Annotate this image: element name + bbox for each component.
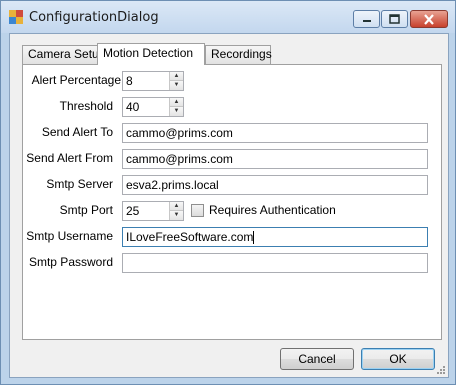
requires-authentication-checkbox[interactable] <box>191 204 204 217</box>
send-alert-to-label: Send Alert To <box>41 125 113 139</box>
spin-down-icon[interactable]: ▼ <box>169 81 183 90</box>
smtp-password-label: Smtp Password <box>28 255 113 269</box>
smtp-server-field[interactable]: esva2.prims.local <box>122 175 428 195</box>
smtp-port-stepper[interactable]: 25 ▲ ▼ <box>122 201 184 221</box>
tab-motion-detection[interactable]: Motion Detection <box>97 43 205 65</box>
threshold-value: 40 <box>126 100 140 114</box>
ok-button[interactable]: OK <box>361 348 435 370</box>
alert-percentage-spinner: ▲ ▼ <box>169 72 183 90</box>
smtp-username-field[interactable]: ILoveFreeSoftware.com <box>122 227 428 247</box>
smtp-password-field[interactable] <box>122 253 428 273</box>
send-alert-to-field[interactable]: cammo@prims.com <box>122 123 428 143</box>
minimize-icon <box>362 20 371 22</box>
close-button[interactable] <box>410 10 448 28</box>
smtp-port-value: 25 <box>126 204 140 218</box>
smtp-port-spinner: ▲ ▼ <box>169 202 183 220</box>
smtp-username-label: Smtp Username <box>26 229 113 243</box>
smtp-username-value: ILoveFreeSoftware.com <box>126 230 254 244</box>
window-title: ConfigurationDialog <box>29 10 159 25</box>
maximize-icon <box>389 14 400 24</box>
requires-authentication-label: Requires Authentication <box>209 203 336 217</box>
smtp-port-label: Smtp Port <box>59 203 113 217</box>
spin-up-icon[interactable]: ▲ <box>169 202 183 211</box>
send-alert-from-field[interactable]: cammo@prims.com <box>122 149 428 169</box>
title-bar[interactable]: ConfigurationDialog <box>1 1 455 33</box>
alert-percentage-label: Alert Percentage <box>31 73 121 87</box>
spin-down-icon[interactable]: ▼ <box>169 211 183 220</box>
threshold-spinner: ▲ ▼ <box>169 98 183 116</box>
app-icon <box>9 10 23 24</box>
maximize-button[interactable] <box>381 10 408 28</box>
spin-up-icon[interactable]: ▲ <box>169 72 183 81</box>
tab-camera-setup[interactable]: Camera Setup <box>22 45 105 64</box>
dialog-client-area: Camera Setup Motion Detection Recordings… <box>9 33 449 378</box>
minimize-button[interactable] <box>353 10 380 28</box>
resize-grip-icon[interactable] <box>436 365 446 375</box>
spin-up-icon[interactable]: ▲ <box>169 98 183 107</box>
threshold-stepper[interactable]: 40 ▲ ▼ <box>122 97 184 117</box>
alert-percentage-stepper[interactable]: 8 ▲ ▼ <box>122 71 184 91</box>
close-icon <box>424 13 434 25</box>
smtp-server-label: Smtp Server <box>46 177 113 191</box>
configuration-dialog-window: ConfigurationDialog Camera Setup Motion … <box>0 0 456 385</box>
motion-detection-panel: Alert Percentage 8 ▲ ▼ Threshold 40 ▲ ▼ … <box>22 64 442 340</box>
text-caret <box>253 231 255 245</box>
spin-down-icon[interactable]: ▼ <box>169 107 183 116</box>
threshold-label: Threshold <box>59 99 113 113</box>
tab-recordings[interactable]: Recordings <box>205 45 272 64</box>
send-alert-from-label: Send Alert From <box>26 151 113 165</box>
cancel-button[interactable]: Cancel <box>280 348 354 370</box>
alert-percentage-value: 8 <box>126 74 133 88</box>
